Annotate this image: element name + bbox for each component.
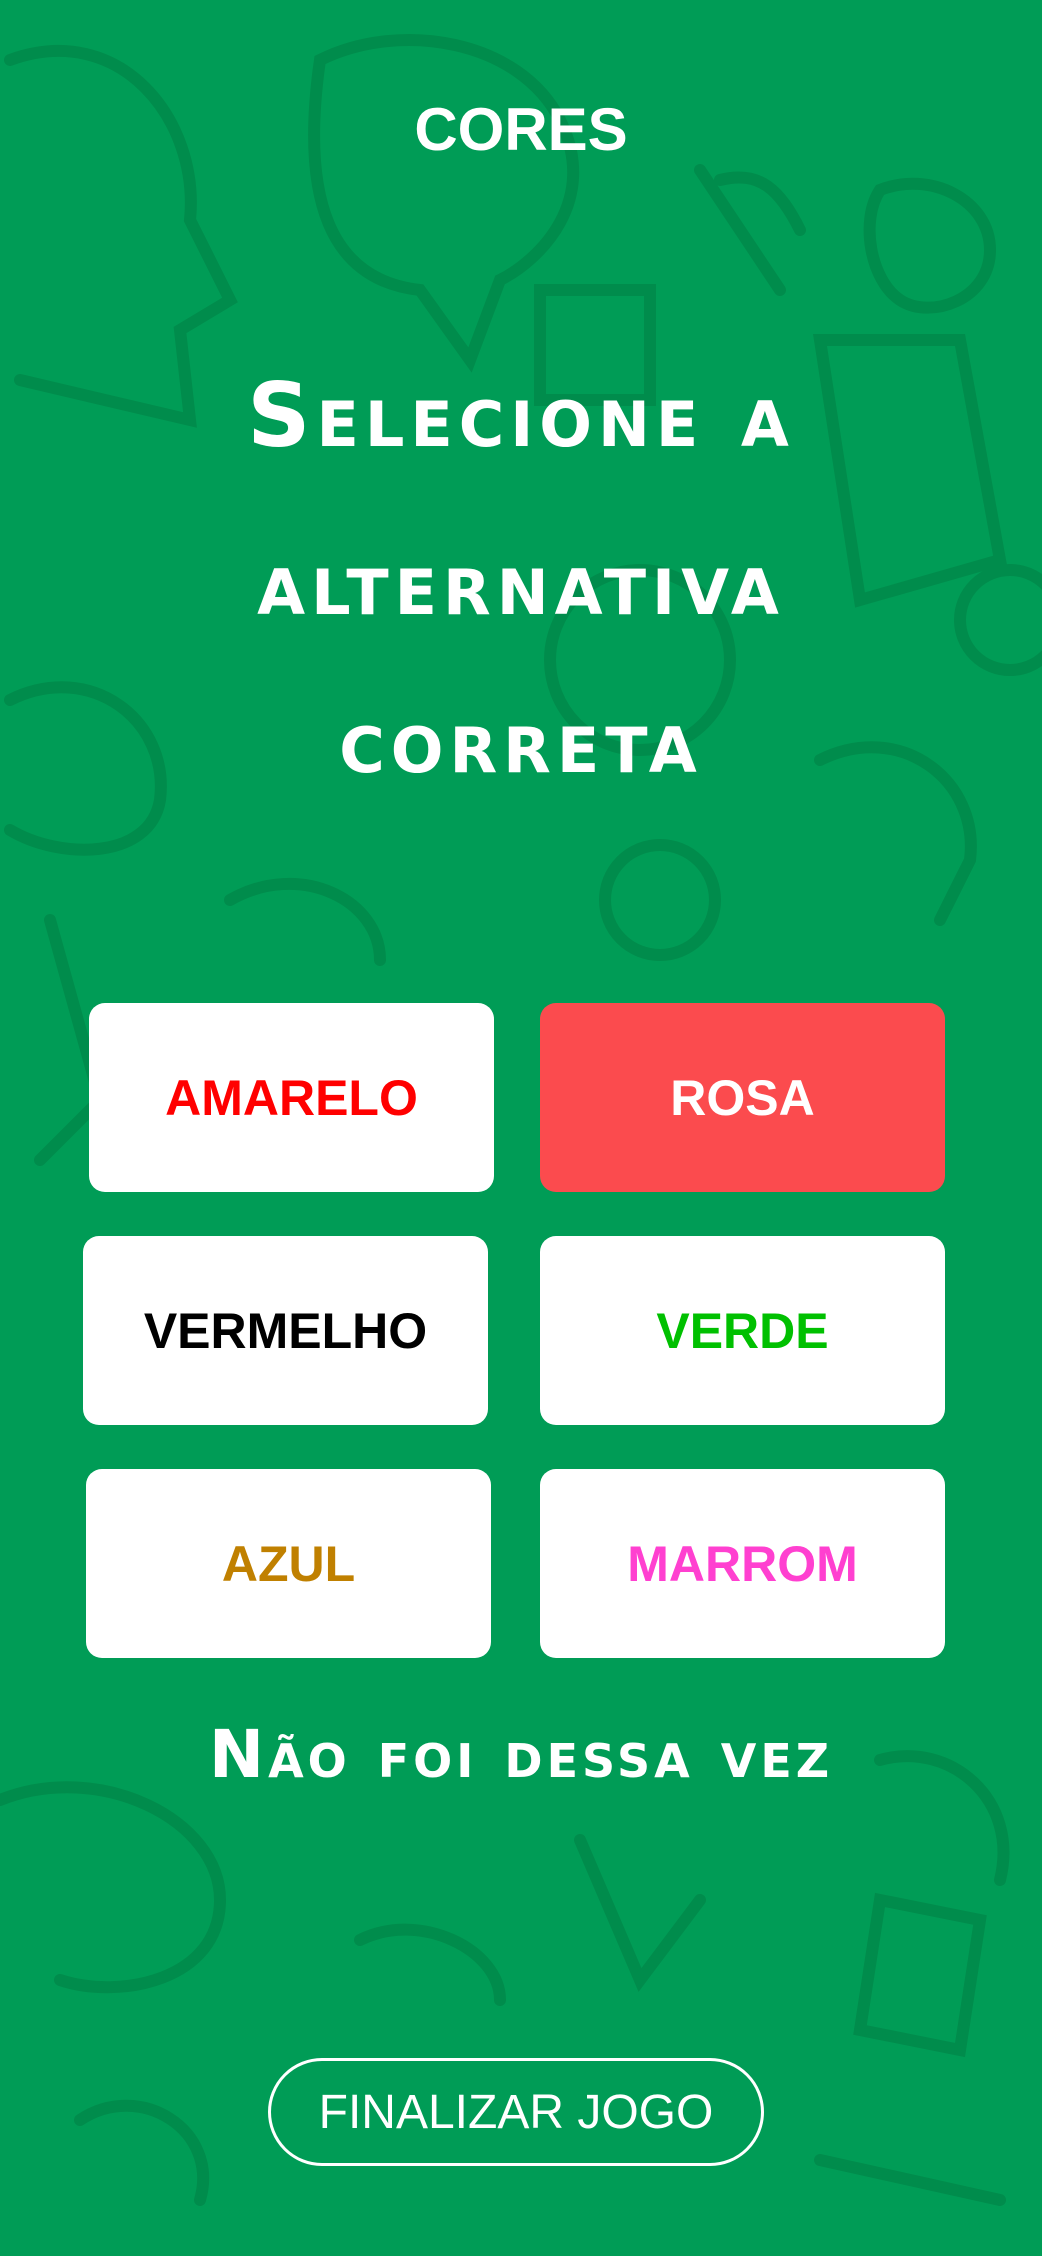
option-label: AMARELO xyxy=(165,1069,418,1126)
option-label: ROSA xyxy=(670,1069,815,1126)
option-button-verde[interactable]: VERDE xyxy=(540,1236,945,1425)
option-button-marrom[interactable]: MARROM xyxy=(540,1469,945,1658)
option-button-vermelho[interactable]: VERMELHO xyxy=(83,1236,488,1425)
finish-game-button[interactable]: FINALIZAR JOGO xyxy=(268,2058,764,2166)
finish-game-label: FINALIZAR JOGO xyxy=(318,2085,714,2139)
option-button-amarelo[interactable]: AMARELO xyxy=(89,1003,494,1192)
option-button-rosa[interactable]: ROSA xyxy=(540,1003,945,1192)
category-title: CORES xyxy=(414,96,628,163)
question-line-2: alternativa xyxy=(257,532,785,635)
option-button-azul[interactable]: AZUL xyxy=(86,1469,491,1658)
feedback-message: Não foi dessa vez xyxy=(208,1716,834,1793)
question-line-1: Selecione a xyxy=(247,364,795,467)
question-line-3: correta xyxy=(339,690,703,793)
option-label: AZUL xyxy=(221,1535,356,1592)
option-label: VERMELHO xyxy=(143,1302,428,1359)
option-label: VERDE xyxy=(656,1302,829,1359)
option-label: MARROM xyxy=(627,1535,858,1592)
